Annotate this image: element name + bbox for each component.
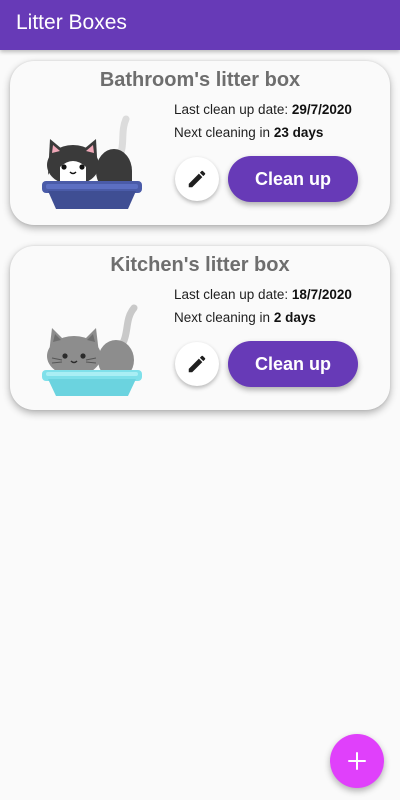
- litter-box-card-bathroom: Bathroom's litter box Last clean up date…: [10, 61, 390, 225]
- last-cleanup-date: 29/7/2020: [291, 102, 352, 117]
- next-cleaning-label: Next cleaning in: [174, 310, 274, 325]
- pencil-icon: [188, 170, 206, 188]
- edit-button[interactable]: [175, 342, 219, 386]
- last-cleanup-date: 18/7/2020: [291, 287, 352, 302]
- black-cat-litter-box-illustration: [42, 115, 142, 209]
- clean-up-button[interactable]: Clean up: [228, 341, 358, 387]
- pencil-icon: [188, 355, 206, 373]
- grey-cat-litter-box-illustration: [42, 304, 142, 396]
- next-cleaning-label: Next cleaning in: [174, 125, 274, 140]
- edit-button[interactable]: [175, 157, 219, 201]
- next-cleaning-value: 2 days: [273, 310, 316, 325]
- litter-box-card-kitchen: Kitchen's litter box Last clean up date:…: [10, 246, 390, 410]
- card-title: Kitchen's litter box: [110, 254, 290, 276]
- app-bar: Litter Boxes: [0, 0, 400, 50]
- page-title: Litter Boxes: [16, 11, 127, 34]
- add-litter-box-button[interactable]: [330, 734, 384, 788]
- card-title: Bathroom's litter box: [99, 69, 301, 91]
- next-cleaning-value: 23 days: [273, 125, 324, 140]
- last-cleanup-label: Last clean up date:: [174, 102, 292, 117]
- plus-icon: [348, 752, 366, 770]
- next-cleaning-line: Next cleaning in 23 days: [174, 125, 323, 140]
- last-cleanup-line: Last clean up date: 18/7/2020: [174, 287, 352, 302]
- last-cleanup-label: Last clean up date:: [174, 287, 292, 302]
- clean-up-button[interactable]: Clean up: [228, 156, 358, 202]
- next-cleaning-line: Next cleaning in 2 days: [174, 310, 316, 325]
- last-cleanup-line: Last clean up date: 29/7/2020: [174, 102, 352, 117]
